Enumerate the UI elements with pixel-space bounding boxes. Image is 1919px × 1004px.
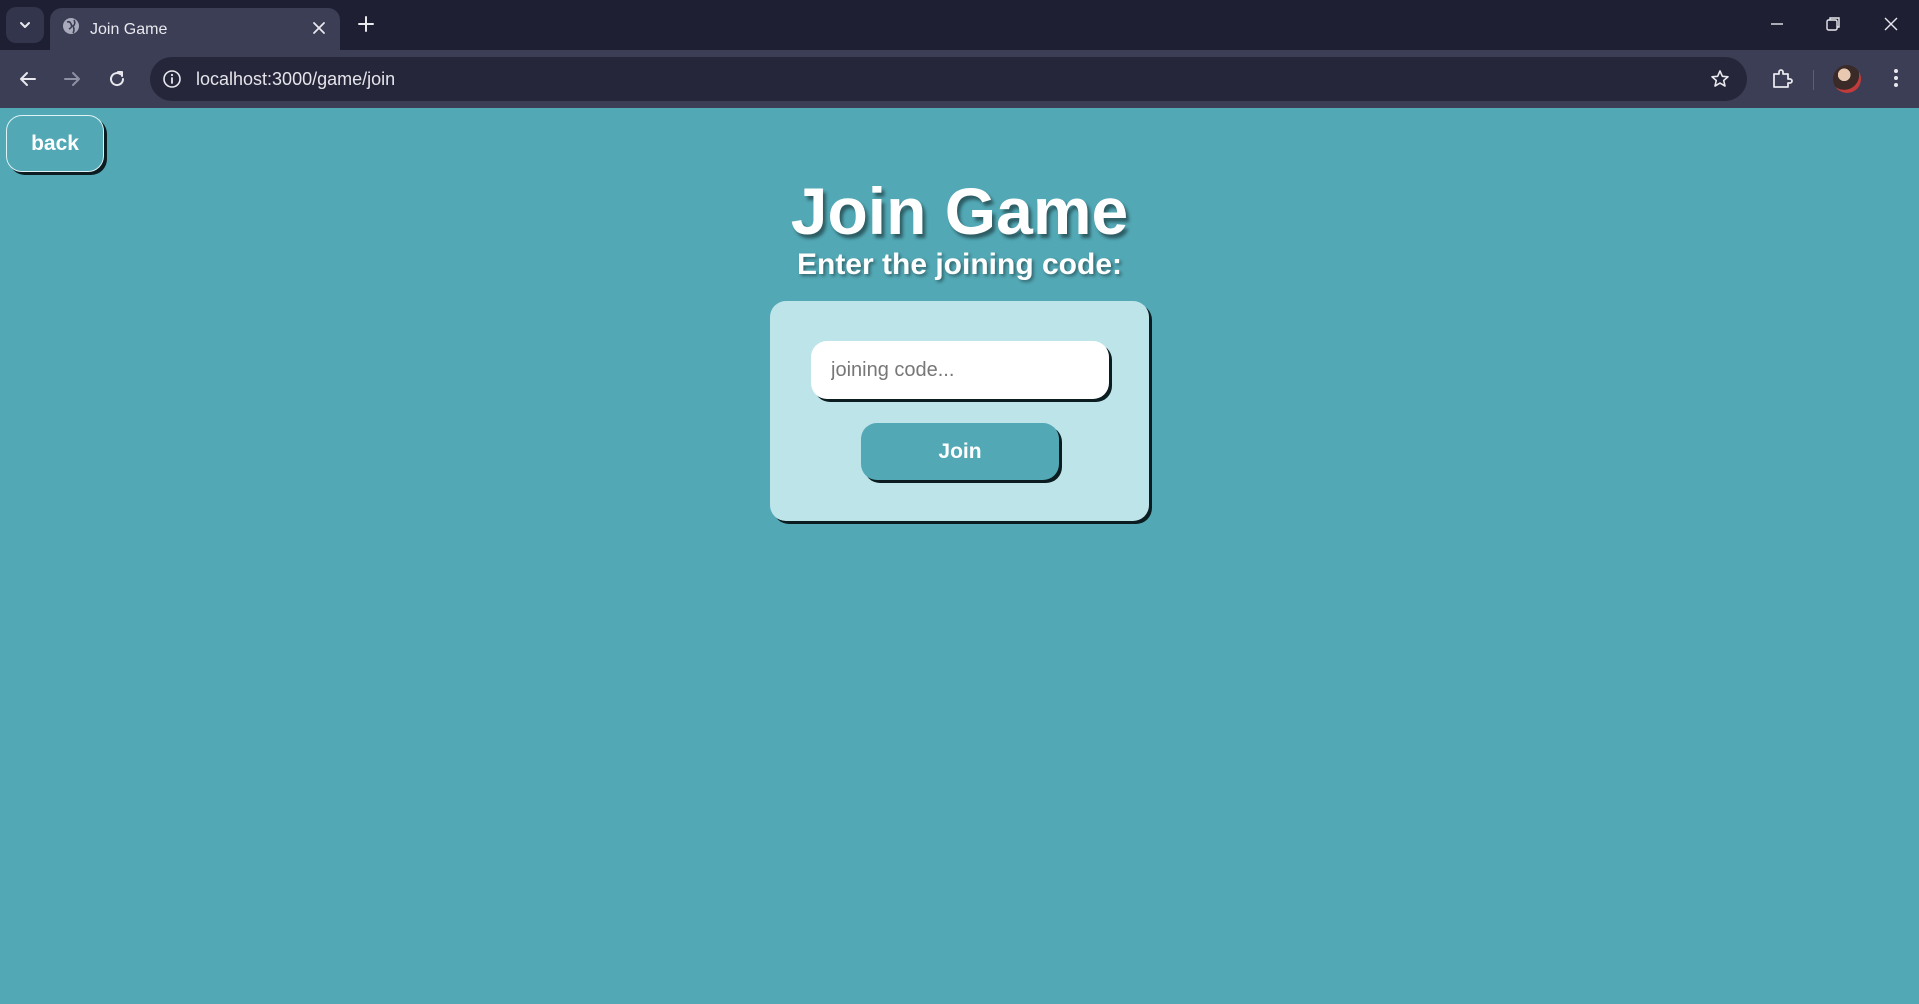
joining-code-input[interactable] xyxy=(811,341,1109,399)
toolbar-separator xyxy=(1813,70,1814,90)
address-url[interactable]: localhost:3000/game/join xyxy=(196,69,395,90)
browser-tab-active[interactable]: Join Game xyxy=(50,8,340,50)
join-form-card: Join xyxy=(770,301,1149,521)
arrow-right-icon[interactable] xyxy=(60,67,84,91)
star-icon[interactable] xyxy=(1709,68,1731,90)
kebab-menu-icon[interactable] xyxy=(1884,66,1908,90)
arrow-left-icon[interactable] xyxy=(16,67,40,91)
minimize-icon[interactable] xyxy=(1766,13,1788,35)
plus-icon[interactable] xyxy=(355,13,377,35)
reload-icon[interactable] xyxy=(105,67,129,91)
browser-toolbar: localhost:3000/game/join xyxy=(0,50,1919,108)
back-button[interactable]: back xyxy=(6,115,104,172)
join-button[interactable]: Join xyxy=(861,423,1059,480)
close-icon[interactable] xyxy=(310,19,328,37)
avatar[interactable] xyxy=(1833,65,1861,93)
globe-icon xyxy=(63,18,79,34)
tab-search-button[interactable] xyxy=(6,7,44,43)
puzzle-icon[interactable] xyxy=(1769,66,1795,92)
chevron-down-icon xyxy=(20,22,30,28)
page-content: back Join Game Enter the joining code: J… xyxy=(0,108,1919,1004)
tab-title: Join Game xyxy=(90,21,168,38)
close-window-icon[interactable] xyxy=(1880,13,1902,35)
restore-icon[interactable] xyxy=(1822,13,1844,35)
browser-tabstrip: Join Game xyxy=(0,0,1919,50)
page-title: Join Game xyxy=(790,174,1129,248)
info-icon[interactable] xyxy=(161,68,183,90)
address-bar[interactable]: localhost:3000/game/join xyxy=(150,57,1747,101)
page-subtitle: Enter the joining code: xyxy=(796,248,1122,281)
